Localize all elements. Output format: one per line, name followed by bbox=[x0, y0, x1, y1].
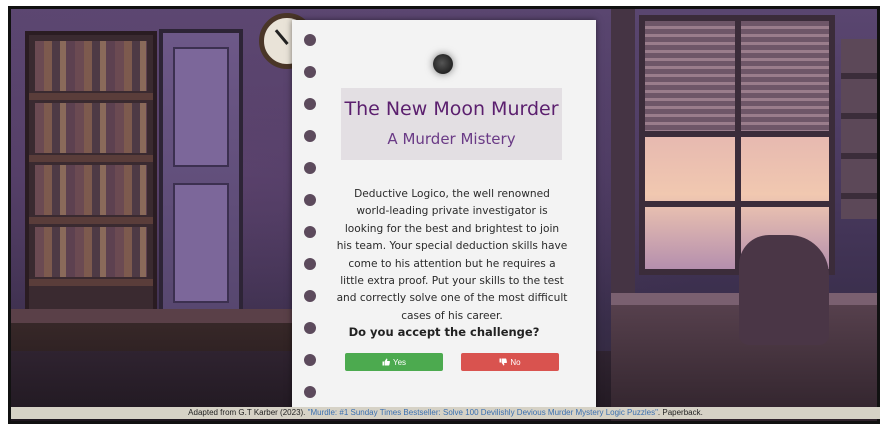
accept-label: Yes bbox=[392, 357, 407, 367]
binder-hole bbox=[304, 290, 316, 302]
binder-hole bbox=[304, 194, 316, 206]
door bbox=[159, 29, 243, 329]
binder-hole bbox=[304, 354, 316, 366]
challenge-question: Do you accept the challenge? bbox=[348, 325, 540, 339]
binder-hole bbox=[304, 130, 316, 142]
notebook-page: The New Moon Murder A Murder Mistery Ded… bbox=[292, 20, 596, 412]
binder-hole bbox=[304, 258, 316, 270]
attribution-suffix: . Paperback. bbox=[657, 408, 703, 417]
pushpin-icon bbox=[433, 54, 453, 74]
binder-hole bbox=[304, 386, 316, 398]
binder-hole bbox=[304, 66, 316, 78]
decline-button[interactable]: No bbox=[461, 353, 559, 371]
thumbs-up-icon bbox=[382, 358, 390, 366]
source-link[interactable]: "Murdle: #1 Sunday Times Bestseller: Sol… bbox=[308, 408, 658, 417]
bookshelf bbox=[25, 31, 157, 331]
attribution-footer: Adapted from G.T Karber (2023). "Murdle:… bbox=[11, 407, 880, 419]
thumbs-down-icon bbox=[499, 358, 508, 366]
decline-label: No bbox=[510, 357, 521, 367]
accept-button[interactable]: Yes bbox=[345, 353, 443, 371]
wall-frames bbox=[841, 39, 877, 219]
window bbox=[639, 15, 835, 275]
story-description: Deductive Logico, the well renowned worl… bbox=[336, 188, 568, 322]
title-card: The New Moon Murder A Murder Mistery bbox=[341, 88, 562, 160]
binder-hole bbox=[304, 162, 316, 174]
armchair bbox=[739, 235, 829, 345]
story-title: The New Moon Murder bbox=[344, 98, 559, 120]
binder-hole bbox=[304, 98, 316, 110]
story-subtitle: A Murder Mistery bbox=[387, 130, 516, 148]
attribution-prefix: Adapted from G.T Karber (2023). bbox=[188, 408, 306, 417]
binder-hole bbox=[304, 226, 316, 238]
binder-hole bbox=[304, 34, 316, 46]
